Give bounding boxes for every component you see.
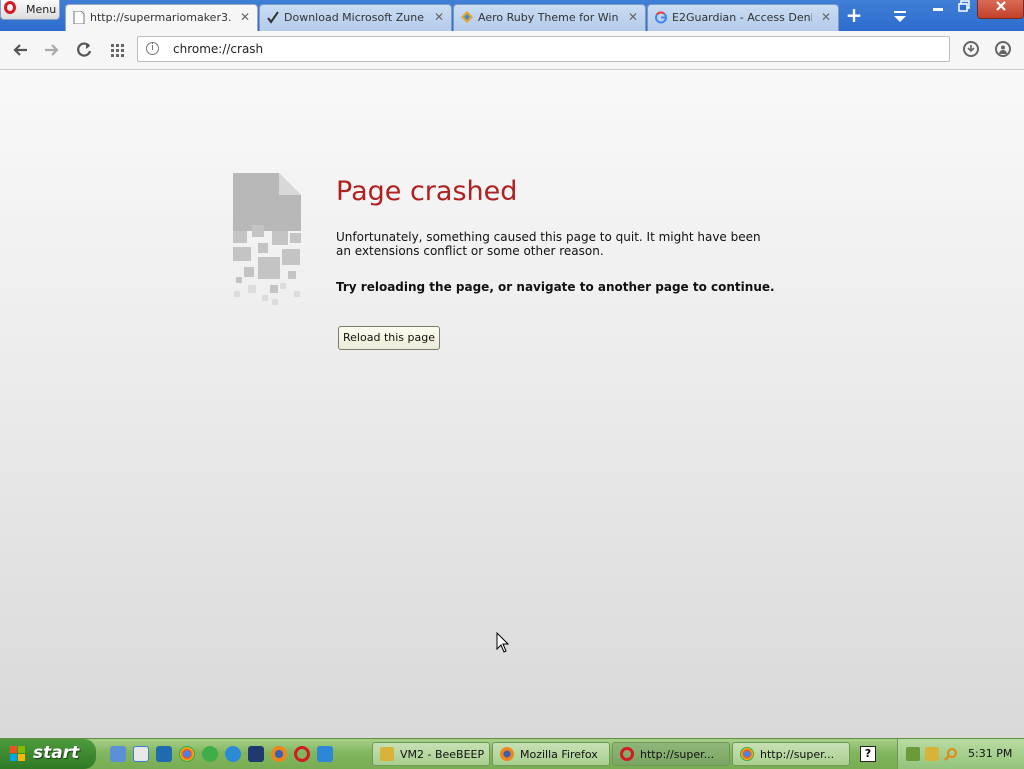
tab-aero-ruby[interactable]: Aero Ruby Theme for Windo ✕ [453,4,646,31]
tab-zune[interactable]: Download Microsoft Zune De ✕ [259,4,452,31]
tab-title: http://supermariomaker3.org [90,11,231,24]
tab-e2guardian[interactable]: E2Guardian - Access Denied ✕ [647,4,839,31]
checkmark-icon [267,11,279,24]
account-icon[interactable] [995,41,1011,57]
start-label: start [33,743,80,763]
beebeep-icon [380,747,394,761]
quicklaunch-moon-icon[interactable] [248,746,264,762]
windows-logo-icon [10,746,25,761]
crash-hint: Try reloading the page, or navigate to a… [336,280,775,294]
restore-button[interactable] [951,0,977,19]
tab-close-icon[interactable]: ✕ [821,10,831,24]
task-label: VM2 - BeeBEEP [400,748,485,761]
windows-taskbar: start VM2 - BeeBEEP Mozilla Firefox http… [0,738,1024,769]
address-bar[interactable]: i [137,36,950,62]
tray-search-icon[interactable] [944,747,958,761]
tab-title: E2Guardian - Access Denied [672,11,812,24]
opera-icon [620,747,634,761]
quicklaunch-firefox-old-icon[interactable] [133,746,149,762]
back-icon[interactable] [10,39,32,61]
task-label: http://super... [640,748,715,761]
opera-logo-icon [4,1,16,14]
page-icon [73,11,85,24]
quicklaunch-app-icon[interactable] [317,746,333,762]
tab-close-icon[interactable]: ✕ [240,10,250,24]
new-tab-button[interactable]: + [842,5,866,27]
crash-message: Unfortunately, something caused this pag… [336,230,761,258]
quicklaunch-firefox-icon[interactable] [271,746,287,762]
taskbar-item-chrome[interactable]: http://super... [732,742,850,766]
task-label: http://super... [760,748,835,761]
browser-tab-bar: Menu http://supermariomaker3.org ✕ Downl… [0,0,1024,31]
chrome-icon [740,747,754,761]
reload-page-button[interactable]: Reload this page [338,326,440,350]
crashed-document-icon [233,173,301,305]
quicklaunch-globe-icon[interactable] [110,746,126,762]
browser-toolbar: i [0,31,1024,70]
diamond-icon [461,11,473,23]
reload-icon[interactable] [73,39,95,61]
help-icon[interactable]: ? [860,746,876,762]
taskbar-item-opera[interactable]: http://super... [612,742,730,766]
start-button[interactable]: start [0,739,96,769]
minimize-icon [933,8,943,11]
crash-page: Page crashed Unfortunately, something ca… [0,70,1024,738]
window-close-button[interactable] [977,0,1024,19]
download-icon[interactable] [963,41,979,57]
close-icon [995,1,1006,11]
firefox-icon [500,747,514,761]
restore-icon [958,0,970,12]
system-tray: 5:31 PM [897,739,1024,769]
taskbar-item-beebeep[interactable]: VM2 - BeeBEEP [372,742,490,766]
forward-icon[interactable] [40,39,62,61]
google-icon [655,11,667,24]
tab-title: Download Microsoft Zune De [284,11,425,24]
page-info-icon[interactable]: i [146,42,159,55]
minimize-button[interactable] [925,0,951,19]
apps-grid-icon[interactable] [106,39,128,61]
quicklaunch-chrome-icon[interactable] [179,746,195,762]
tab-supermariomaker[interactable]: http://supermariomaker3.org ✕ [65,4,258,31]
menu-label: Menu [26,3,57,16]
taskbar-item-firefox[interactable]: Mozilla Firefox [492,742,610,766]
quicklaunch-refresh-icon[interactable] [202,746,218,762]
tab-close-icon[interactable]: ✕ [628,10,638,24]
clock: 5:31 PM [968,747,1013,760]
quicklaunch-opera-icon[interactable] [294,746,310,762]
tray-beebeep-icon[interactable] [925,747,939,761]
tab-list-icon[interactable] [889,6,911,26]
page-title: Page crashed [336,176,518,207]
tab-title: Aero Ruby Theme for Windo [478,11,619,24]
address-input[interactable] [173,40,933,58]
mouse-pointer-icon [496,632,510,653]
tray-network-icon[interactable] [906,747,920,761]
quicklaunch-ie-icon[interactable] [225,746,241,762]
quicklaunch-network-icon[interactable] [156,746,172,762]
task-label: Mozilla Firefox [520,748,598,761]
opera-menu-button[interactable]: Menu [0,0,60,20]
tab-close-icon[interactable]: ✕ [434,10,444,24]
